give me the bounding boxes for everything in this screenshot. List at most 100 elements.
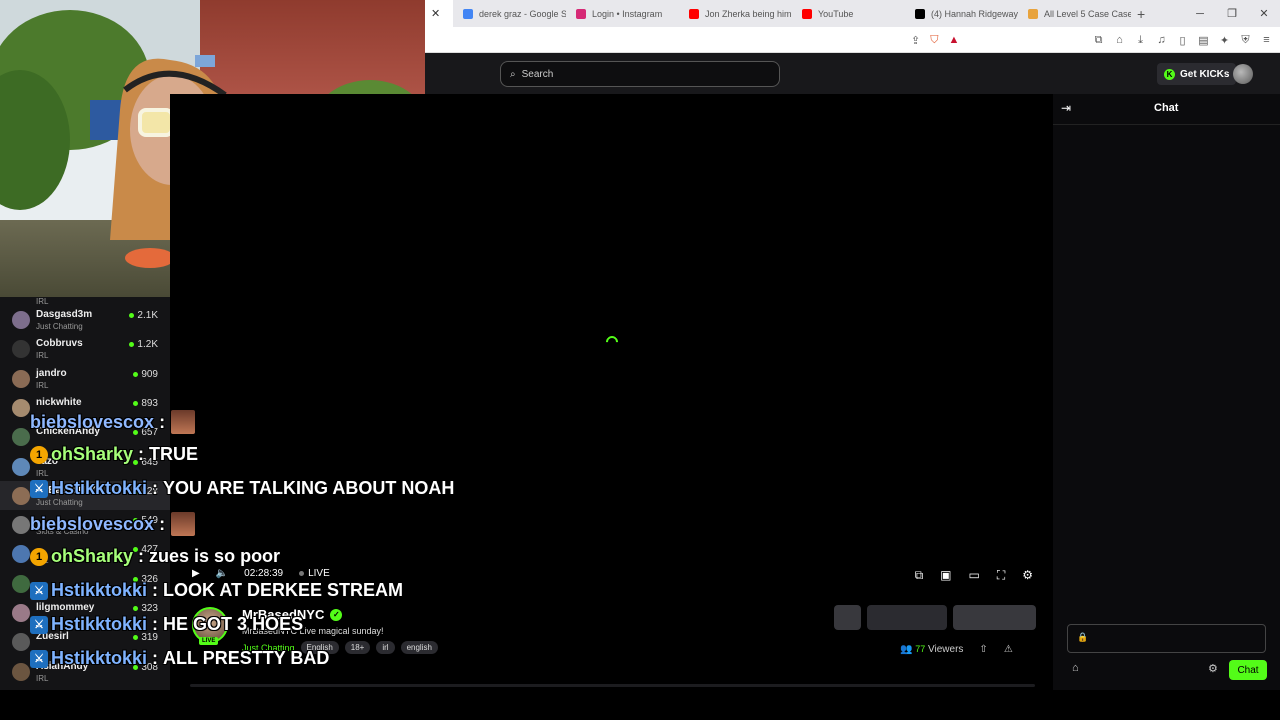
theater-mode-icon[interactable]: ▭ xyxy=(968,568,979,583)
tab-label: All Level 5 Case Case xyxy=(1044,8,1131,19)
report-icon[interactable]: ⚠ xyxy=(1004,644,1013,655)
mini-player-icon[interactable]: ⧉ xyxy=(915,568,924,583)
share-icon[interactable]: ⇪ xyxy=(911,34,920,47)
extensions-icon[interactable]: ⧉ xyxy=(1093,34,1104,47)
viewer-stats: 👥 77 Viewers ⇧ ⚠ xyxy=(900,644,1013,655)
kicks-coin-icon: K xyxy=(1164,68,1175,80)
tab-favicon-icon xyxy=(915,8,925,19)
player-controls-right: ⧉ ▣ ▭ ⛶ ⚙ xyxy=(915,568,1033,583)
overlay-chat-text: zues is so poor xyxy=(149,546,281,566)
stream-time: 02:28:39 xyxy=(244,568,284,579)
vpn-icon[interactable]: ⛨ xyxy=(1240,34,1251,47)
brave-shields-icon[interactable]: ⛉ xyxy=(930,34,938,47)
browser-tab[interactable]: (4) Hannah Ridgeway xyxy=(905,0,1018,27)
channel-name: lilgmommey xyxy=(36,602,95,613)
tab-favicon-icon xyxy=(1028,8,1038,19)
clip-icon[interactable]: ▣ xyxy=(940,568,951,583)
wallet-icon[interactable]: ▤ xyxy=(1198,34,1209,47)
live-dot-icon xyxy=(133,371,139,377)
viewer-count-value: 323 xyxy=(141,603,158,614)
new-tab-button[interactable]: + xyxy=(1137,6,1145,22)
tag-pill[interactable]: irl xyxy=(376,641,395,654)
sidebar-channel-item[interactable]: Cobbruvs IRL 1.2K xyxy=(0,334,170,363)
overlay-chat-text: YOU ARE TALKING ABOUT NOAH xyxy=(163,478,455,498)
live-dot-icon xyxy=(129,342,135,348)
channel-avatar xyxy=(12,428,30,447)
chat-message-input[interactable]: 🔒 xyxy=(1067,624,1266,653)
bottom-letterbox xyxy=(0,690,1280,720)
overlay-chat-separator: : xyxy=(147,648,164,668)
site-header: ⌕ Search K Get KICKs xyxy=(425,53,1280,94)
browser-tab[interactable]: ✕ xyxy=(425,0,453,27)
get-kicks-button[interactable]: K Get KICKs xyxy=(1157,63,1237,85)
settings-icon[interactable]: ⚙ xyxy=(1022,568,1033,583)
live-badge: LIVE xyxy=(199,637,219,645)
maximize-button[interactable]: ❐ xyxy=(1216,7,1248,20)
brave-rewards-icon[interactable]: ▲ xyxy=(948,34,959,46)
sword-badge-icon: ⚔ xyxy=(30,615,48,634)
channel-avatar xyxy=(12,311,30,329)
tag-pill[interactable]: english xyxy=(400,641,438,654)
overlay-chat-username: Hstikktokki xyxy=(51,580,148,600)
close-tab-icon[interactable]: ✕ xyxy=(431,7,440,20)
channel-category: IRL xyxy=(36,673,49,683)
collapse-chat-icon[interactable]: ⇥ xyxy=(1061,101,1071,115)
video-player[interactable]: ▶ 🔈 02:28:39 LIVE ⧉ ▣ ▭ ⛶ ⚙ xyxy=(170,94,1053,591)
live-dot-icon xyxy=(133,400,139,406)
user-avatar[interactable] xyxy=(1233,64,1253,84)
browser-tab[interactable]: Jon Zherka being him xyxy=(679,0,792,27)
channel-category: IRL xyxy=(36,351,49,361)
leo-icon[interactable]: ✦ xyxy=(1219,34,1230,47)
volume-icon[interactable]: 🔈 xyxy=(216,568,228,579)
tab-label: Jon Zherka being him xyxy=(705,8,792,19)
overlay-chat-message: ⚔ Hstikktokki : HE GOT 3 HOES xyxy=(30,614,303,635)
overlay-chat-separator: : xyxy=(154,513,166,534)
tab-label: (4) Hannah Ridgeway xyxy=(931,8,1018,19)
channel-avatar xyxy=(12,662,30,681)
channel-name: Dasgasd3m xyxy=(36,309,93,320)
subscribe-button[interactable] xyxy=(953,605,1036,630)
share-stream-icon[interactable]: ⇧ xyxy=(979,644,987,655)
overlay-chat-username: Hstikktokki xyxy=(51,478,148,498)
sidebar-channel-item[interactable]: Dasgasd3m Just Chatting 2.1K xyxy=(0,305,170,334)
send-chat-button[interactable]: Chat xyxy=(1229,660,1267,680)
overlay-chat-message: biebslovescox : xyxy=(30,512,196,536)
viewers-icon: 👥 xyxy=(900,644,913,655)
follow-button[interactable] xyxy=(867,605,947,630)
overlay-chat-text: HE GOT 3 HOES xyxy=(163,614,304,634)
search-input[interactable]: ⌕ Search xyxy=(500,61,780,87)
minimize-button[interactable]: ─ xyxy=(1184,8,1216,20)
viewer-count-value: 2.1K xyxy=(137,310,158,321)
browser-tab[interactable]: Login • Instagram xyxy=(566,0,679,27)
reader-icon[interactable]: ⌂ xyxy=(1114,34,1125,46)
sidebar-toggle-icon[interactable]: ▯ xyxy=(1177,34,1188,47)
channel-viewer-count: 1.2K xyxy=(129,339,158,350)
overlay-chat-separator: : xyxy=(133,444,150,464)
tag-pill[interactable]: 18+ xyxy=(344,641,371,654)
fullscreen-icon[interactable]: ⛶ xyxy=(997,568,1005,583)
channel-avatar xyxy=(12,486,30,505)
live-dot-icon xyxy=(133,606,139,611)
menu-icon[interactable]: ≡ xyxy=(1261,34,1272,46)
viewer-count-value: 893 xyxy=(141,397,158,409)
channel-name: jandro xyxy=(36,367,67,379)
notification-button[interactable] xyxy=(834,605,861,630)
close-window-button[interactable]: ✕ xyxy=(1248,7,1280,20)
live-label: LIVE xyxy=(308,568,330,579)
sidebar-channel-item[interactable]: jandro IRL 909 xyxy=(0,364,170,393)
browser-tab[interactable]: All Level 5 Case Case xyxy=(1018,0,1131,27)
store-icon[interactable]: ⌂ xyxy=(1072,662,1079,674)
music-icon[interactable]: ♫ xyxy=(1156,34,1167,46)
tab-favicon-icon xyxy=(576,8,586,19)
chat-settings-icon[interactable]: ⚙ xyxy=(1208,662,1218,675)
play-icon[interactable]: ▶ xyxy=(192,568,200,579)
download-icon[interactable]: ⤓ xyxy=(1135,34,1146,47)
overlay-chat-separator: : xyxy=(147,614,164,634)
address-bar: ⇪ ⛉ ▲ ⧉ ⌂ ⤓ ♫ ▯ ▤ ✦ ⛨ ≡ xyxy=(425,27,1280,53)
emote-icon xyxy=(171,410,196,434)
browser-tab[interactable]: YouTube xyxy=(792,0,905,27)
browser-tab[interactable]: derek graz - Google Se xyxy=(453,0,566,27)
channel-avatar xyxy=(12,457,30,476)
tab-favicon-icon xyxy=(463,8,473,19)
founder-badge-icon: 1 xyxy=(30,445,48,464)
